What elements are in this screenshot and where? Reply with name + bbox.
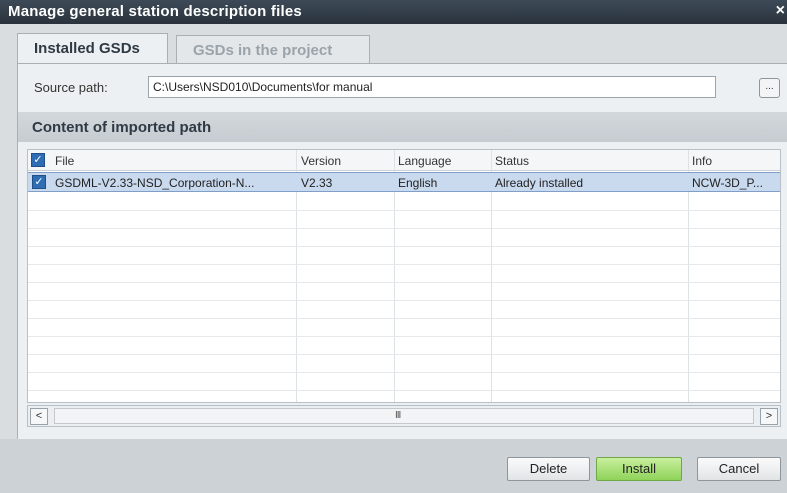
scroll-left-icon[interactable]: < xyxy=(30,408,48,425)
source-path-label: Source path: xyxy=(34,80,108,95)
dialog-title: Manage general station description files xyxy=(8,3,302,20)
checkbox-checked-icon[interactable]: ✓ xyxy=(31,153,45,167)
title-bar: Manage general station description files… xyxy=(0,0,787,24)
empty-row xyxy=(28,319,780,337)
empty-row xyxy=(28,265,780,283)
cell-version: V2.33 xyxy=(301,176,333,190)
tab-gsds-in-project[interactable]: GSDs in the project xyxy=(176,35,370,63)
cell-file: GSDML-V2.33-NSD_Corporation-N... xyxy=(55,176,255,190)
empty-row xyxy=(28,337,780,355)
empty-row xyxy=(28,211,780,229)
scroll-grip-icon: III xyxy=(395,410,401,421)
checkbox-checked-icon[interactable]: ✓ xyxy=(32,175,46,189)
manage-gsd-dialog: Manage general station description files… xyxy=(0,0,787,493)
gsd-table: ✓ File Version Language Status Info ✓ GS… xyxy=(27,149,781,403)
scroll-right-icon[interactable]: > xyxy=(760,408,778,425)
empty-row xyxy=(28,355,780,373)
section-title: Content of imported path xyxy=(32,119,212,136)
column-header-language[interactable]: Language xyxy=(398,154,451,168)
install-button[interactable]: Install xyxy=(596,457,682,481)
column-header-status[interactable]: Status xyxy=(495,154,529,168)
empty-row xyxy=(28,247,780,265)
scroll-thumb[interactable]: III xyxy=(54,408,754,424)
table-row[interactable]: ✓ GSDML-V2.33-NSD_Corporation-N... V2.33… xyxy=(28,172,780,192)
tab-installed-gsds[interactable]: Installed GSDs xyxy=(17,33,168,64)
horizontal-scrollbar[interactable]: < III > xyxy=(27,405,781,427)
column-header-info[interactable]: Info xyxy=(692,154,712,168)
empty-row xyxy=(28,193,780,211)
cell-status: Already installed xyxy=(495,176,584,190)
delete-button[interactable]: Delete xyxy=(507,457,590,481)
cell-language: English xyxy=(398,176,438,190)
cell-info: NCW-3D_P... xyxy=(692,176,763,190)
cancel-button[interactable]: Cancel xyxy=(697,457,781,481)
tab-gsds-in-project-label: GSDs in the project xyxy=(193,42,333,59)
close-icon[interactable]: × xyxy=(776,2,785,20)
empty-row xyxy=(28,283,780,301)
table-header: ✓ File Version Language Status Info xyxy=(28,150,780,171)
column-header-file[interactable]: File xyxy=(55,154,74,168)
empty-row xyxy=(28,373,780,391)
browse-button[interactable]: ... xyxy=(759,78,780,98)
empty-row xyxy=(28,301,780,319)
empty-row xyxy=(28,229,780,247)
column-header-version[interactable]: Version xyxy=(301,154,341,168)
content-section-header: Content of imported path xyxy=(18,112,787,142)
source-path-input[interactable]: C:\Users\NSD010\Documents\for manual xyxy=(148,76,716,98)
tab-installed-gsds-label: Installed GSDs xyxy=(34,40,140,57)
